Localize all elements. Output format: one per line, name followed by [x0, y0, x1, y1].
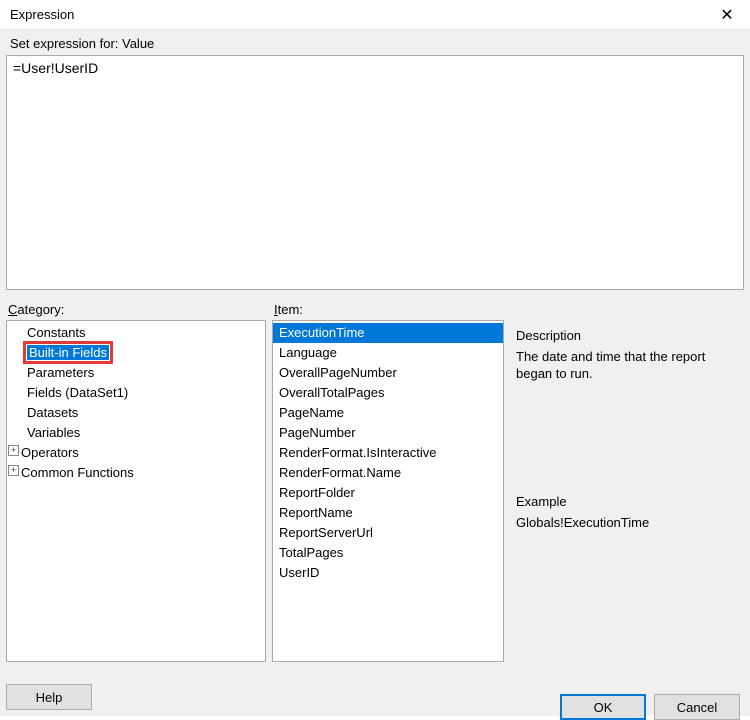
category-listbox[interactable]: Constants Built-in Fields Parameters Fields… — [6, 320, 266, 662]
tree-item-label: Operators — [21, 445, 79, 460]
list-item[interactable]: PageNumber — [273, 423, 503, 443]
titlebar: Expression ✕ — [0, 0, 750, 30]
list-item[interactable]: ExecutionTime — [273, 323, 503, 343]
category-tree-item[interactable]: +Common Functions — [7, 463, 265, 483]
list-item[interactable]: OverallPageNumber — [273, 363, 503, 383]
tree-item-label: Variables — [27, 425, 80, 440]
tree-item-label: Fields (DataSet1) — [27, 385, 128, 400]
help-button[interactable]: Help — [6, 684, 92, 710]
category-label: Category: — [6, 300, 266, 320]
item-listbox[interactable]: ExecutionTimeLanguageOverallPageNumberOv… — [272, 320, 504, 662]
list-item[interactable]: PageName — [273, 403, 503, 423]
category-tree-item[interactable]: Variables — [7, 423, 265, 443]
list-item[interactable]: UserID — [273, 563, 503, 583]
item-column: Item: ExecutionTimeLanguageOverallPageNu… — [272, 300, 504, 662]
list-item[interactable]: Language — [273, 343, 503, 363]
category-tree-item[interactable]: Parameters — [7, 363, 265, 383]
example-panel: Example Globals!ExecutionTime — [510, 492, 744, 662]
info-column: Description The date and time that the r… — [510, 300, 744, 662]
ok-button[interactable]: OK — [560, 694, 646, 720]
list-item[interactable]: ReportServerUrl — [273, 523, 503, 543]
category-tree-item[interactable]: Constants — [7, 323, 265, 343]
list-item[interactable]: RenderFormat.Name — [273, 463, 503, 483]
category-column: Category: Constants Built-in Fields Parame… — [6, 300, 266, 662]
list-item[interactable]: RenderFormat.IsInteractive — [273, 443, 503, 463]
description-panel: Description The date and time that the r… — [510, 326, 744, 486]
dialog-content: Set expression for: Value =User!UserID C… — [0, 30, 750, 716]
list-item[interactable]: OverallTotalPages — [273, 383, 503, 403]
set-expression-label: Set expression for: Value — [6, 30, 744, 55]
expand-icon[interactable]: + — [8, 465, 19, 476]
list-item[interactable]: ReportName — [273, 503, 503, 523]
list-item[interactable]: TotalPages — [273, 543, 503, 563]
description-body: The date and time that the report began … — [516, 349, 738, 383]
cancel-button[interactable]: Cancel — [654, 694, 740, 720]
category-tree-item[interactable]: +Operators — [7, 443, 265, 463]
description-title: Description — [516, 328, 738, 343]
category-tree-item[interactable]: Datasets — [7, 403, 265, 423]
example-title: Example — [516, 494, 738, 509]
close-icon[interactable]: ✕ — [712, 5, 742, 25]
tree-item-label: Built-in Fields — [27, 345, 109, 360]
list-item[interactable]: ReportFolder — [273, 483, 503, 503]
expression-input[interactable]: =User!UserID — [6, 55, 744, 290]
middle-panels: Category: Constants Built-in Fields Parame… — [6, 300, 744, 662]
item-label: Item: — [272, 300, 504, 320]
tree-item-label: Common Functions — [21, 465, 134, 480]
button-bar: Help OK Cancel — [6, 662, 744, 710]
category-tree-item[interactable]: Built-in Fields — [7, 343, 265, 363]
tree-item-label: Constants — [27, 325, 86, 340]
window-title: Expression — [10, 7, 74, 22]
tree-item-label: Datasets — [27, 405, 78, 420]
example-body: Globals!ExecutionTime — [516, 515, 738, 532]
tree-item-label: Parameters — [27, 365, 94, 380]
expand-icon[interactable]: + — [8, 445, 19, 456]
category-tree-item[interactable]: Fields (DataSet1) — [7, 383, 265, 403]
